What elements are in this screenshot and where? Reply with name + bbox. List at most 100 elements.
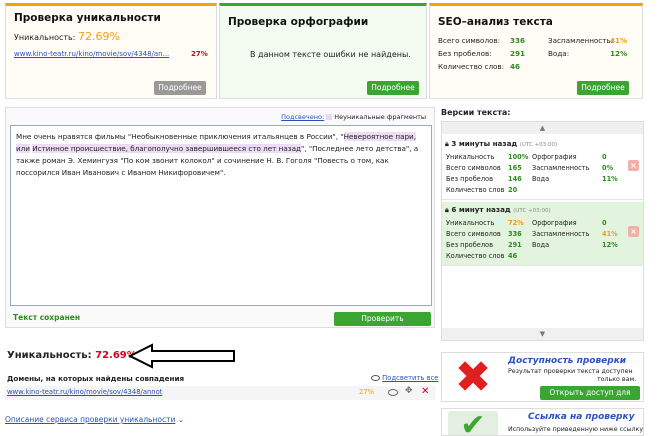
delete-version-button[interactable]: × (628, 226, 639, 237)
seo-value: 46 (510, 62, 521, 71)
open-access-button[interactable]: Открыть доступ для всех (540, 386, 640, 411)
highlight-all-link[interactable]: Подсветить все (382, 374, 438, 382)
uniqueness-panel: Проверка уникальности Уникальность: 72.6… (5, 3, 217, 99)
version-stat-value: 20 (508, 186, 518, 194)
chevron-down-icon: ⌄ (177, 415, 185, 424)
lock-icon: 🔒︎ (445, 139, 449, 148)
remove-icon[interactable]: ✕ (421, 386, 429, 397)
link-promo: ✔ Ссылка на проверку Используйте приведе… (441, 408, 644, 436)
uniqueness-panel-title: Проверка уникальности (14, 12, 161, 24)
access-title: Доступность проверки (508, 356, 627, 366)
spelling-details-button[interactable]: Подробнее (367, 81, 419, 95)
legend-link[interactable]: Подсвечено: (281, 113, 324, 121)
version-stat-value: 11% (602, 175, 618, 183)
version-stat-label: Орфография (532, 219, 577, 227)
legend-swatch (326, 114, 333, 120)
access-promo: ✖ Доступность проверки Результат проверк… (441, 352, 644, 411)
version-stat-label: Всего символов (446, 230, 501, 238)
domain-percent: 27% (359, 388, 375, 396)
uniqueness-label: Уникальность: (14, 33, 76, 42)
match-percent: 27% (191, 50, 208, 58)
version-stat-label: Орфография (532, 153, 577, 161)
highlight-fragment-2: Истинное происшествие, благополучно заве… (32, 144, 301, 153)
text-part-1: Мне очень нравятся фильмы "Необыкновенны… (16, 132, 344, 141)
link-icon: ✔ (448, 411, 498, 435)
seo-panel: SEO–анализ текста Всего символов: 336 Засп… (429, 3, 643, 99)
version-stat-label: Вода (532, 241, 550, 249)
seo-label: Заспамленность: (548, 36, 614, 45)
highlight-all[interactable]: Подсветить все (371, 374, 439, 382)
seo-label: Количество слов: (438, 62, 505, 71)
version-stat-value: 72% (508, 219, 524, 227)
editor-box: Подсвечено: Неуникальные фрагменты Мне о… (5, 107, 435, 337)
link-title: Ссылка на проверку (528, 412, 635, 422)
version-stat-value: 146 (508, 175, 522, 183)
legend: Подсвечено: Неуникальные фрагменты (281, 113, 426, 121)
red-cross-icon: ✖ (454, 352, 492, 403)
version-timezone: (UTC +03:00) (513, 208, 551, 214)
scroll-down-button[interactable]: ▼ (442, 328, 643, 340)
spelling-panel-title: Проверка орфографии (228, 16, 369, 28)
version-stat-value: 0 (602, 153, 607, 161)
version-stat-value: 100% (508, 153, 529, 161)
compare-icon[interactable]: ✥ (405, 386, 413, 396)
service-description-link[interactable]: Описание сервиса проверки уникальности (5, 415, 175, 424)
spelling-panel: Проверка орфографии В данном тексте ошиб… (219, 3, 427, 99)
version-item[interactable]: 🔒︎ 3 минуты назад (UTC +03:00) Уникальнос… (442, 136, 643, 200)
match-url-link[interactable]: www.kino-teatr.ru/kino/movie/sov/4348/an… (14, 50, 169, 58)
seo-value: 12% (610, 49, 628, 58)
seo-label: Без пробелов: (438, 49, 492, 58)
service-description[interactable]: Описание сервиса проверки уникальности ⌄ (5, 415, 184, 424)
uniqueness-details-button[interactable]: Подробнее (154, 81, 206, 95)
version-time: 6 минут назад (451, 205, 511, 214)
version-timezone: (UTC +03:00) (519, 142, 558, 148)
versions-title: Версии текста: (441, 108, 511, 117)
domain-url-link[interactable]: www.kino-teatr.ru/kino/movie/sov/4348/an… (7, 388, 162, 396)
version-item[interactable]: 🔒︎ 6 минут назад (UTC +03:00) Уникальност… (442, 202, 643, 266)
access-text-2: только вам. (597, 376, 637, 383)
text-editor[interactable]: Мне очень нравятся фильмы "Необыкновенны… (10, 125, 432, 306)
version-stat-value: 336 (508, 230, 522, 238)
eye-icon[interactable] (388, 389, 398, 396)
version-stat-value: 46 (508, 252, 518, 260)
seo-details-button[interactable]: Подробнее (577, 81, 629, 95)
seo-label: Вода: (548, 49, 570, 58)
delete-version-button[interactable]: × (628, 160, 639, 171)
version-stat-label: Всего символов (446, 164, 501, 172)
saved-status: Текст сохранен (13, 313, 81, 322)
arrow-annotation (128, 343, 235, 369)
version-stat-value: 41% (602, 230, 618, 238)
scroll-up-button[interactable]: ▲ (442, 122, 643, 134)
seo-value: 291 (510, 49, 526, 58)
version-stat-label: Уникальность (446, 219, 495, 227)
version-stat-label: Уникальность (446, 153, 495, 161)
result-uniqueness: Уникальность: 72.69% (7, 350, 137, 361)
seo-label: Всего символов: (438, 36, 501, 45)
seo-value: 41% (610, 36, 628, 45)
version-stat-label: Заспамленность (532, 230, 590, 238)
result-label: Уникальность: (7, 350, 92, 361)
version-stat-value: 291 (508, 241, 522, 249)
eye-icon (371, 375, 380, 381)
domain-row: www.kino-teatr.ru/kino/movie/sov/4348/an… (5, 386, 435, 400)
spelling-message: В данном тексте ошибки не найдены. (250, 50, 411, 59)
version-header: 🔒︎ 3 минуты назад (UTC +03:00) (445, 139, 557, 149)
version-stat-value: 0 (602, 219, 607, 227)
version-stat-value: 165 (508, 164, 522, 172)
seo-value: 336 (510, 36, 526, 45)
link-text: Используйте приведенную ниже ссылку (508, 426, 644, 433)
versions-list: ▲ 🔒︎ 3 минуты назад (UTC +03:00) Уникальн… (441, 121, 644, 341)
lock-icon: 🔒︎ (445, 205, 449, 214)
legend-text: Неуникальные фрагменты (334, 113, 426, 121)
version-time: 3 минуты назад (451, 139, 518, 148)
version-header: 🔒︎ 6 минут назад (UTC +03:00) (445, 205, 551, 215)
version-stat-label: Количество слов (446, 186, 505, 194)
version-stat-value: 0% (602, 164, 614, 172)
check-uniqueness-button[interactable]: Проверить уникальность (334, 312, 431, 337)
version-stat-label: Без пробелов (446, 241, 493, 249)
version-stat-label: Количество слов (446, 252, 505, 260)
access-text-1: Результат проверки текста доступен (508, 368, 633, 375)
version-stat-label: Вода (532, 175, 550, 183)
domains-title: Домены, на которых найдены совпадения (7, 374, 185, 383)
version-stat-label: Без пробелов (446, 175, 493, 183)
